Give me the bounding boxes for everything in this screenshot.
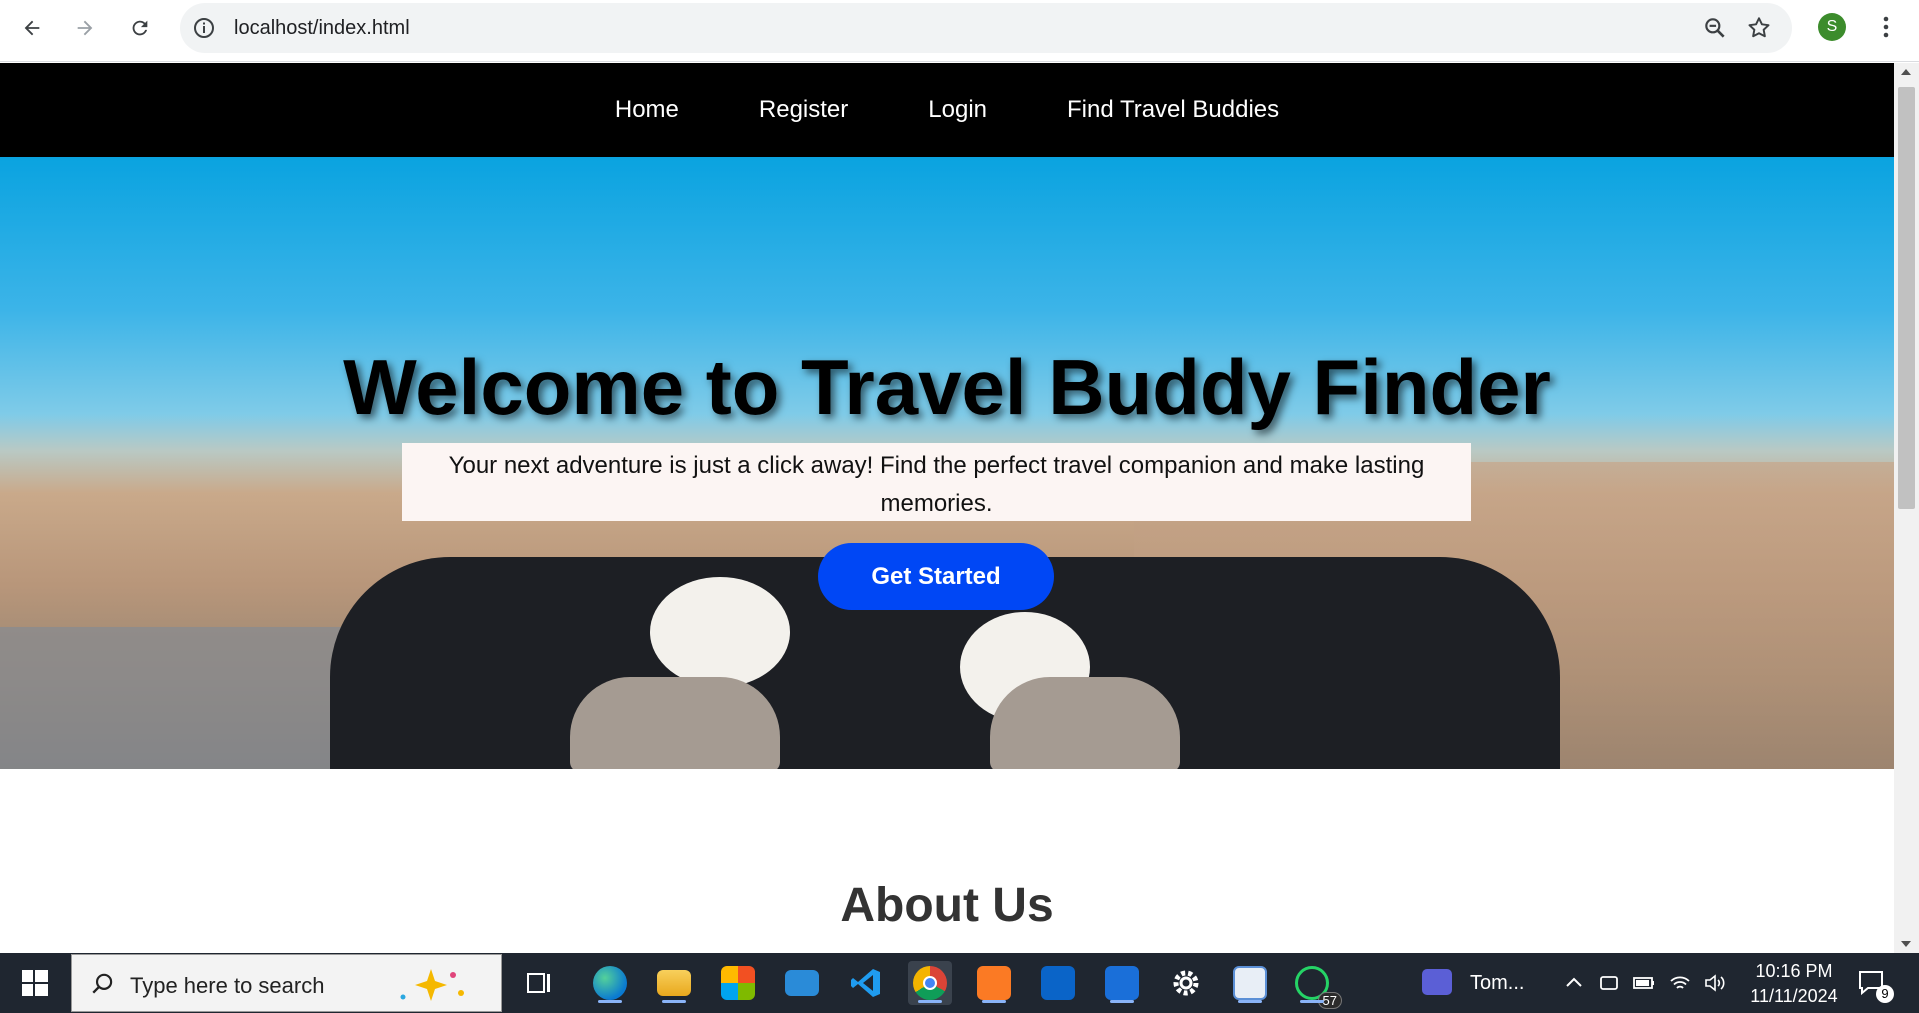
volume-icon[interactable]	[1703, 971, 1727, 995]
wifi-icon[interactable]	[1668, 971, 1692, 995]
arrow-right-icon	[77, 20, 93, 36]
chrome-taskbar-button[interactable]	[908, 961, 952, 1005]
running-indicator	[982, 1000, 1006, 1003]
hero-seat-left	[570, 677, 780, 769]
forward-button[interactable]	[67, 10, 103, 46]
about-us-heading: About Us	[840, 879, 1054, 932]
task-view-icon	[527, 973, 550, 993]
vscode-taskbar-button[interactable]	[844, 961, 888, 1005]
whatsapp-taskbar-button[interactable]: 57	[1290, 961, 1342, 1009]
file-explorer-button[interactable]	[652, 961, 696, 1005]
browser-toolbar: localhost/index.html S	[0, 0, 1919, 62]
search-icon	[92, 973, 113, 994]
windows-start-icon[interactable]	[12, 967, 56, 999]
zoom-label: Tom...	[1470, 972, 1525, 994]
hero-hat-left	[650, 577, 790, 687]
arrow-left-icon	[24, 20, 40, 36]
windows-taskbar: Type here to search 57 Tom... 10:16 PM 1…	[0, 953, 1919, 1013]
running-indicator	[1300, 1000, 1324, 1003]
url-text[interactable]: localhost/index.html	[234, 17, 410, 40]
chevron-up-icon[interactable]	[1562, 971, 1586, 995]
calendar-icon	[1105, 966, 1139, 1000]
search-placeholder: Type here to search	[130, 973, 325, 998]
zoom-taskbar-button[interactable]: Tom...	[1422, 967, 1582, 999]
notification-count: 9	[1876, 985, 1894, 1003]
settings-taskbar-button[interactable]	[1164, 961, 1208, 1005]
clock-date: 11/11/2024	[1750, 986, 1838, 1006]
page-viewport: Home Register Login Find Travel Buddies …	[0, 63, 1894, 953]
vscode-icon	[851, 969, 880, 997]
mail-icon	[785, 970, 819, 996]
xampp-icon	[977, 966, 1011, 1000]
edge-taskbar-button[interactable]	[588, 961, 632, 1005]
reload-button[interactable]	[122, 10, 158, 46]
nav-register-link[interactable]: Register	[719, 96, 888, 124]
system-clock[interactable]: 10:16 PM 11/11/2024	[1734, 959, 1854, 1009]
bookmark-star-icon[interactable]	[1746, 15, 1772, 41]
copilot-sparkle-icon	[400, 969, 464, 1001]
get-started-button[interactable]: Get Started	[818, 543, 1054, 610]
zoom-video-icon	[1422, 969, 1452, 995]
scroll-down-icon[interactable]	[1901, 941, 1911, 947]
meet-now-icon[interactable]	[1597, 971, 1621, 995]
folder-icon	[657, 970, 691, 996]
back-button[interactable]	[14, 10, 50, 46]
edge-icon	[593, 966, 627, 1000]
clock-time: 10:16 PM	[1755, 961, 1833, 981]
nav-find-buddies-link[interactable]: Find Travel Buddies	[1027, 96, 1319, 124]
profile-avatar[interactable]: S	[1818, 13, 1846, 41]
document-icon	[1233, 966, 1267, 1000]
scrollbar-thumb[interactable]	[1898, 87, 1915, 509]
notification-center-button[interactable]: 9	[1856, 967, 1894, 1003]
mail-taskbar-button[interactable]	[780, 961, 824, 1005]
calendar-taskbar-button[interactable]	[1100, 961, 1144, 1005]
taskbar-search[interactable]: Type here to search	[71, 954, 502, 1012]
running-indicator	[918, 1000, 942, 1003]
outlook-icon	[1041, 966, 1075, 1000]
store-taskbar-button[interactable]	[716, 961, 760, 1005]
hero-title: Welcome to Travel Buddy Finder	[343, 343, 1551, 431]
outlook-taskbar-button[interactable]	[1036, 961, 1080, 1005]
chrome-icon	[913, 966, 947, 1000]
site-navbar: Home Register Login Find Travel Buddies	[0, 63, 1894, 157]
reload-icon	[132, 20, 148, 36]
running-indicator	[1110, 1000, 1134, 1003]
page-scrollbar[interactable]	[1894, 63, 1919, 953]
running-indicator	[662, 1000, 686, 1003]
hero-subtitle: Your next adventure is just a click away…	[402, 443, 1471, 521]
document-taskbar-button[interactable]	[1228, 961, 1272, 1005]
address-bar[interactable]: localhost/index.html	[180, 3, 1792, 53]
scroll-up-icon[interactable]	[1901, 69, 1911, 75]
hero-seat-right	[990, 677, 1180, 769]
store-icon	[721, 966, 755, 1000]
hero-section: Welcome to Travel Buddy Finder Your next…	[0, 157, 1894, 769]
nav-login-link[interactable]: Login	[888, 96, 1027, 124]
gear-icon	[1173, 970, 1199, 996]
more-menu-icon[interactable]	[1874, 12, 1898, 42]
nav-home-link[interactable]: Home	[575, 96, 719, 124]
xampp-taskbar-button[interactable]	[972, 961, 1016, 1005]
running-indicator	[1238, 1000, 1262, 1003]
task-view-button[interactable]	[518, 961, 562, 1005]
battery-icon[interactable]	[1632, 971, 1656, 995]
site-info-icon[interactable]	[192, 16, 216, 40]
running-indicator	[598, 1000, 622, 1003]
zoom-icon[interactable]	[1702, 15, 1728, 41]
